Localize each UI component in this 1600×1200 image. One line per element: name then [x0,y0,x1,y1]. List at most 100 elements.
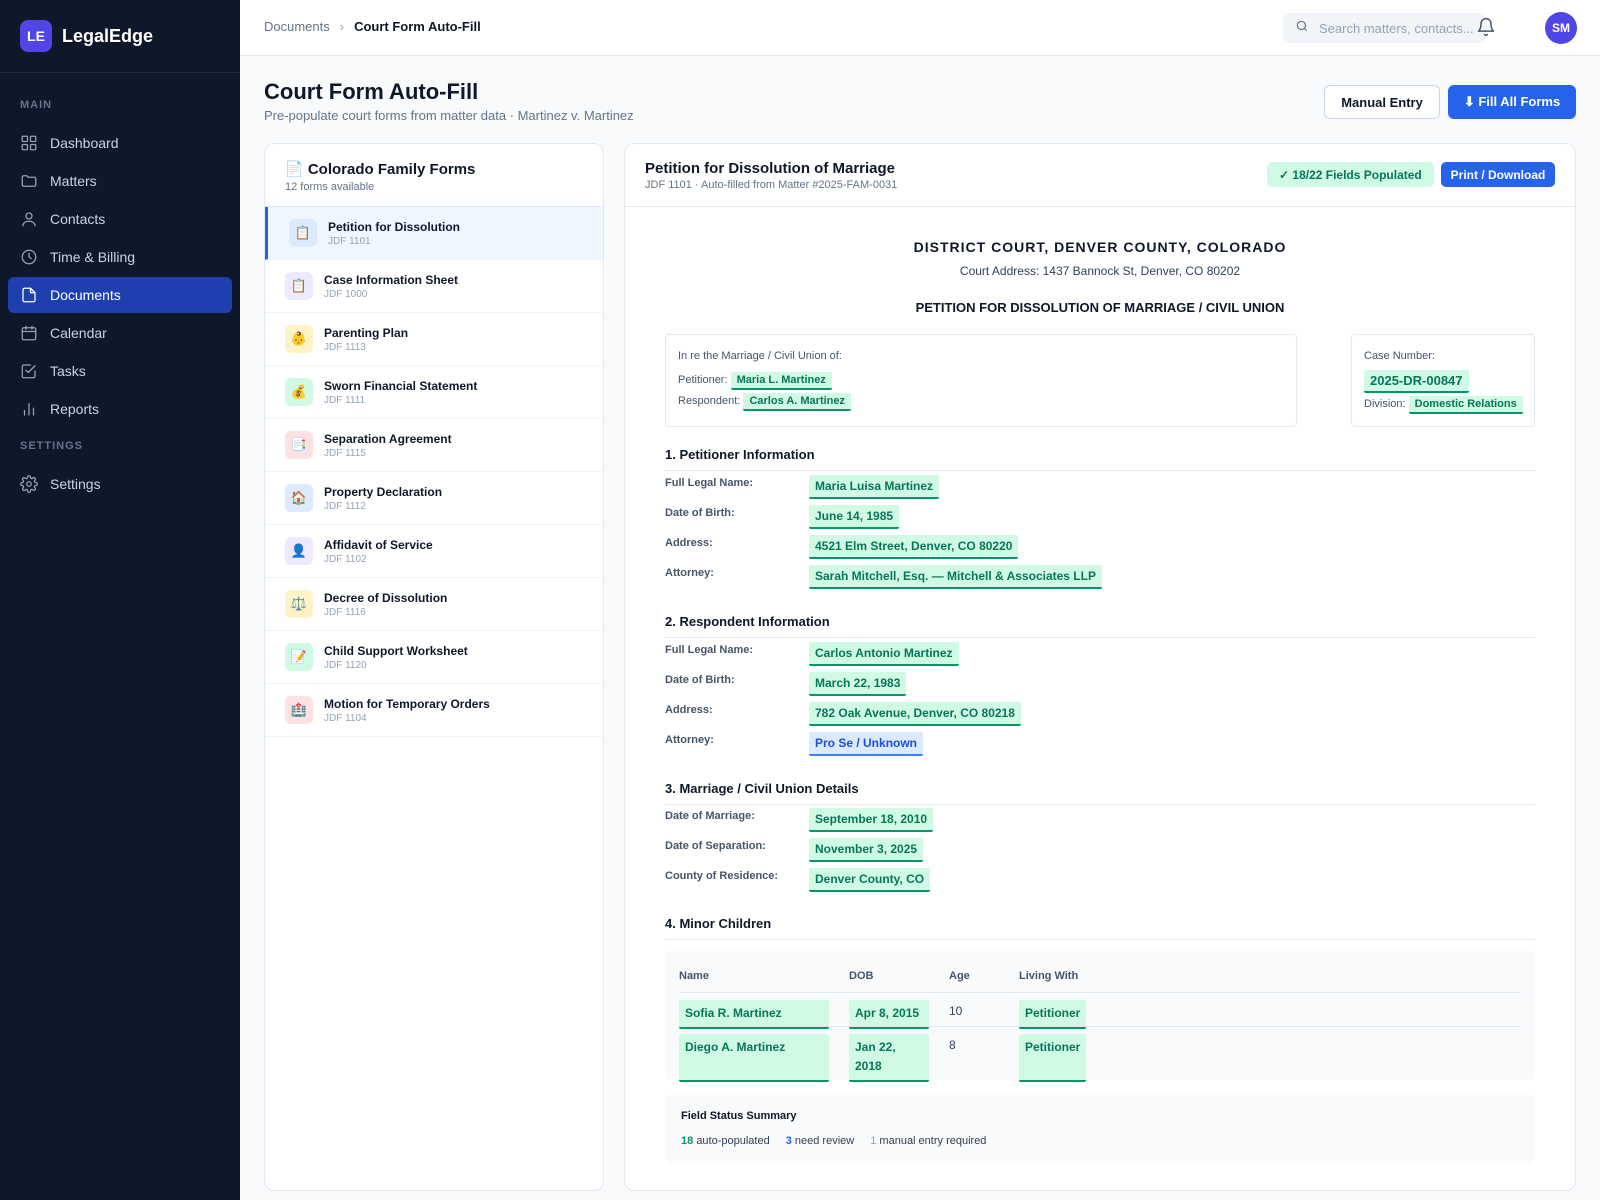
form-name: Child Support Worksheet [324,643,468,658]
autofilled-field[interactable]: September 18, 2010 [809,808,934,832]
manual-entry-label: manual entry required [879,1135,987,1147]
form-list-item[interactable]: ⚖️ Decree of Dissolution JDF 1116 [265,578,603,631]
user-icon [20,210,38,228]
user-avatar[interactable]: SM [1545,12,1577,44]
sidebar-item-documents[interactable]: Documents [8,277,232,313]
child-age: 10 [949,1004,963,1018]
form-list-item[interactable]: 📝 Child Support Worksheet JDF 1120 [265,631,603,684]
print-download-button[interactable]: Print / Download [1441,162,1555,187]
form-list-item[interactable]: 📑 Separation Agreement JDF 1115 [265,419,603,472]
field-label: County of Residence: [665,870,779,882]
form-list-item[interactable]: 🏠 Property Declaration JDF 1112 [265,472,603,525]
respondent-caption-field[interactable]: Carlos A. Martinez [743,393,852,411]
autofilled-field[interactable]: November 3, 2025 [809,838,924,862]
form-name: Motion for Temporary Orders [324,696,490,711]
form-list-item[interactable]: 📋 Petition for Dissolution JDF 1101 [265,207,603,260]
form-item-text: Parenting Plan JDF 1113 [324,326,408,353]
forms-panel-title: 📄 Colorado Family Forms [285,161,476,178]
forms-list-panel: 📄 Colorado Family Forms 12 forms availab… [264,143,604,1191]
form-name: Affidavit of Service [324,537,433,552]
child-living-with-field[interactable]: Petitioner [1019,1000,1086,1029]
summary-stats: 18 auto-populated 3 need review 1 manual… [681,1135,1002,1147]
sidebar-item-calendar[interactable]: Calendar [8,315,232,351]
autofilled-field[interactable]: 4521 Elm Street, Denver, CO 80220 [809,535,1019,559]
form-list-item[interactable]: 📋 Case Information Sheet JDF 1000 [265,260,603,313]
document-title: Petition for Dissolution of Marriage [645,160,896,177]
form-name: Case Information Sheet [324,272,459,287]
autofilled-field[interactable]: Carlos Antonio Martinez [809,642,959,666]
sidebar-item-matters[interactable]: Matters [8,163,232,199]
form-item-text: Affidavit of Service JDF 1102 [324,538,433,565]
section-respondent-title: 2. Respondent Information [665,614,1535,638]
page-title: Court Form Auto-Fill [264,79,479,104]
petitioner-caption-field[interactable]: Maria L. Martinez [730,372,832,390]
division-field[interactable]: Domestic Relations [1408,396,1523,414]
sidebar-item-label: Matters [50,173,97,189]
form-code: JDF 1000 [324,288,368,300]
form-list-item[interactable]: 👶 Parenting Plan JDF 1113 [265,313,603,366]
section-children-title: 4. Minor Children [665,916,1535,940]
forms-count: 12 forms available [285,181,375,193]
form-type-icon: 📋 [289,219,317,247]
notifications-bell-icon[interactable] [1476,17,1498,39]
auto-populated-label: auto-populated [696,1135,770,1147]
child-name-field[interactable]: Sofia R. Martinez [679,1000,829,1029]
sidebar-item-settings[interactable]: Settings [8,466,232,502]
search-input[interactable] [1319,20,1484,36]
auto-populated-stat: 18 auto-populated [681,1135,770,1147]
form-type-icon: 👶 [285,325,313,353]
brand[interactable]: LE LegalEdge [0,0,240,73]
document-preview-panel: Petition for Dissolution of Marriage JDF… [624,143,1576,1191]
petitioner-caption-label: Petitioner: [678,374,728,386]
child-dob-field[interactable]: Apr 8, 2015 [849,1000,929,1029]
autofilled-field[interactable]: Pro Se / Unknown [809,732,924,756]
fill-all-forms-button[interactable]: ⬇ Fill All Forms [1448,85,1576,119]
search-box[interactable] [1283,13,1487,43]
form-list-item[interactable]: 🏥 Motion for Temporary Orders JDF 1104 [265,684,603,737]
field-row: Attorney: Sarah Mitchell, Esq. — Mitchell… [665,565,1535,591]
search-icon [1295,19,1309,38]
autofilled-field[interactable]: Maria Luisa Martinez [809,475,940,499]
court-name: DISTRICT COURT, DENVER COUNTY, COLORADO [913,239,1287,255]
sidebar-item-time-billing[interactable]: Time & Billing [8,239,232,275]
form-code: JDF 1101 [328,235,371,247]
child-dob-field[interactable]: Jan 22, 2018 [849,1034,929,1082]
sidebar-item-reports[interactable]: Reports [8,391,232,427]
form-item-text: Petition for Dissolution JDF 1101 [328,220,460,247]
form-code: JDF 1115 [324,447,366,459]
manual-entry-button[interactable]: Manual Entry [1324,85,1440,119]
field-label: Attorney: [665,734,714,746]
child-name-field[interactable]: Diego A. Martinez [679,1034,829,1082]
need-review-count: 3 [785,1135,792,1147]
summary-title: Field Status Summary [681,1110,797,1122]
autofilled-field[interactable]: Sarah Mitchell, Esq. — Mitchell & Associ… [809,565,1102,589]
court-address: Court Address: 1437 Bannock St, Denver, … [959,264,1241,278]
case-number-label: Case Number: [1364,350,1435,362]
form-name: Petition for Dissolution [328,219,460,234]
autofilled-field[interactable]: 782 Oak Avenue, Denver, CO 80218 [809,702,1021,726]
sidebar-item-dashboard[interactable]: Dashboard [8,125,232,161]
field-row: Address: 4521 Elm Street, Denver, CO 8022… [665,535,1535,561]
form-list-item[interactable]: 💰 Sworn Financial Statement JDF 1111 [265,366,603,419]
breadcrumb: Documents › Court Form Auto-Fill [264,19,481,34]
child-living-with-field[interactable]: Petitioner [1019,1034,1086,1082]
document-icon [20,286,38,304]
nav-section-settings: SETTINGS [20,440,84,452]
autofilled-field[interactable]: March 22, 1983 [809,672,907,696]
autofilled-field[interactable]: Denver County, CO [809,868,931,892]
breadcrumb-current: Court Form Auto-Fill [354,19,481,34]
sidebar-item-contacts[interactable]: Contacts [8,201,232,237]
breadcrumb-documents-link[interactable]: Documents [264,19,330,34]
sidebar-item-label: Settings [50,476,101,492]
page-subtitle: Pre-populate court forms from matter dat… [264,108,634,123]
sidebar-item-label: Documents [50,287,121,303]
section-petitioner-title: 1. Petitioner Information [665,447,1535,471]
sidebar-item-tasks[interactable]: Tasks [8,353,232,389]
case-number-field[interactable]: 2025-DR-00847 [1364,370,1469,393]
form-list-item[interactable]: 👤 Affidavit of Service JDF 1102 [265,525,603,578]
autofilled-field[interactable]: June 14, 1985 [809,505,900,529]
field-row: County of Residence: Denver County, CO [665,868,1535,894]
field-label: Full Legal Name: [665,477,754,489]
field-row: Address: 782 Oak Avenue, Denver, CO 80218 [665,702,1535,728]
manual-entry-count: 1 [870,1135,877,1147]
